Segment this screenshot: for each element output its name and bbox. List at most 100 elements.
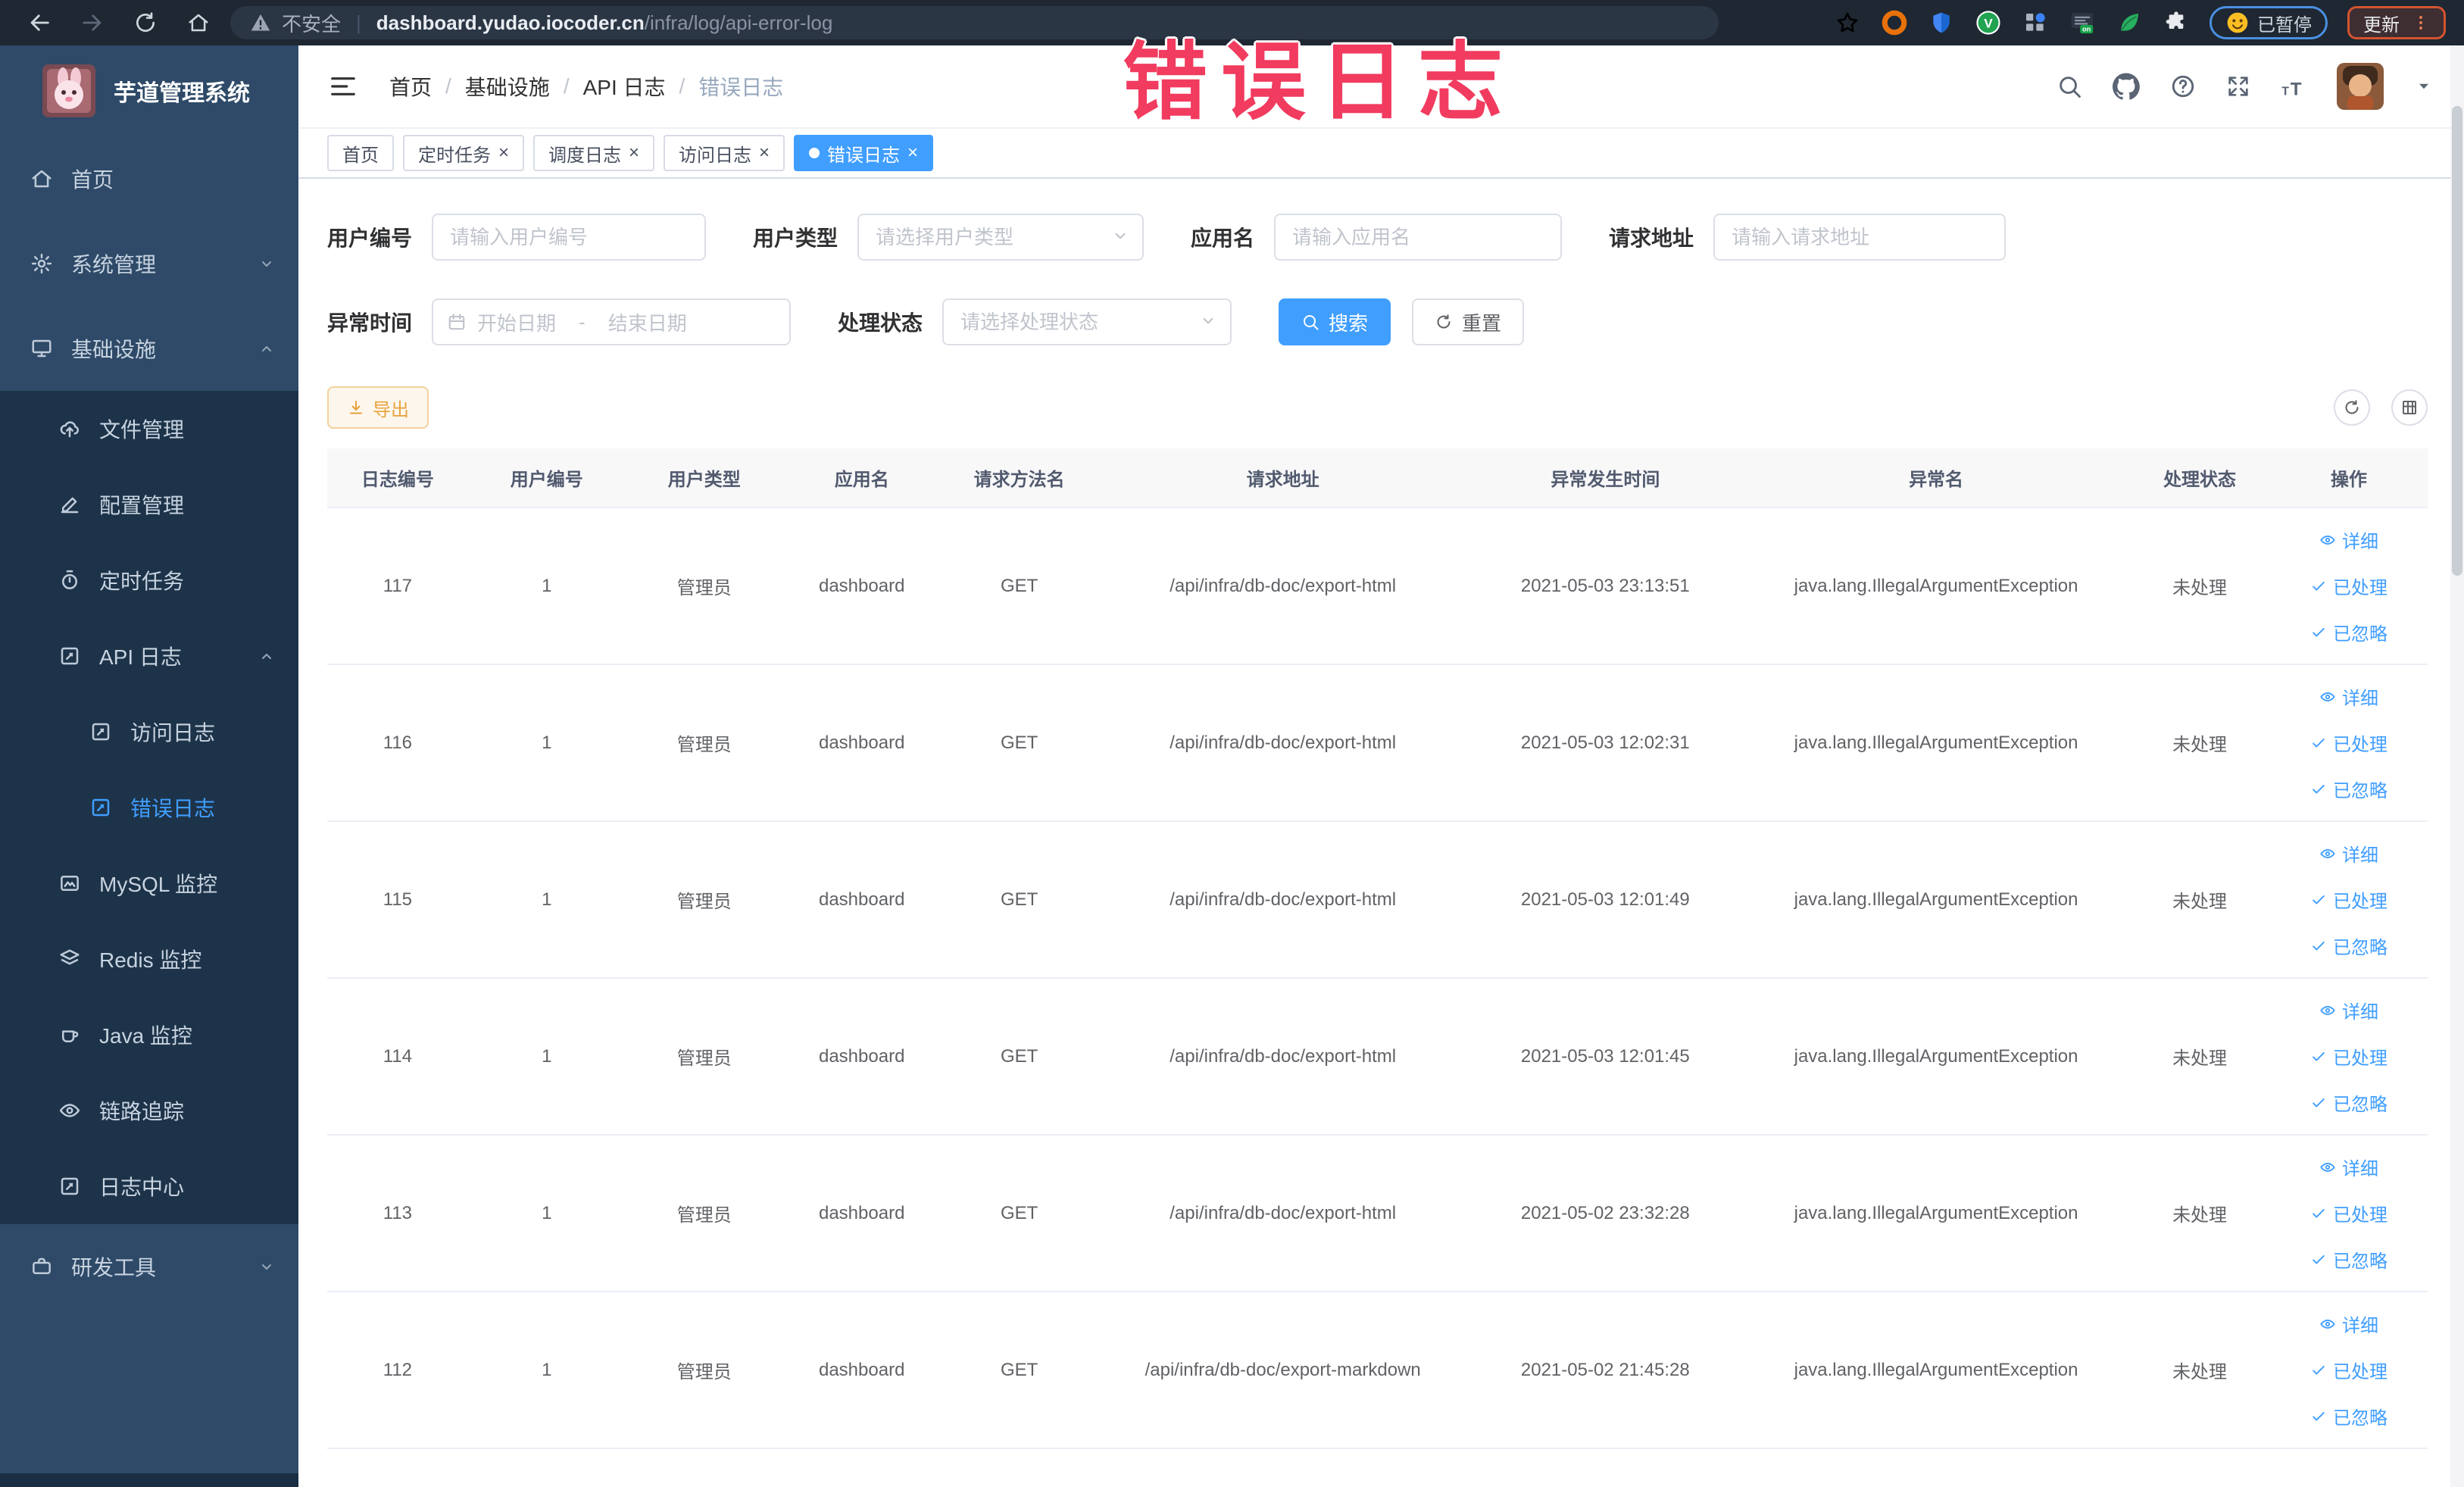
browser-forward-icon[interactable] — [71, 6, 114, 39]
sidebar-item-java-monitor[interactable]: Java 监控 — [0, 997, 298, 1073]
request-url-input[interactable] — [1713, 214, 2006, 261]
action-已忽略[interactable]: 已忽略 — [2310, 1089, 2387, 1116]
action-详细[interactable]: 详细 — [2319, 1310, 2378, 1337]
action-已忽略[interactable]: 已忽略 — [2310, 1403, 2387, 1429]
start-date-placeholder[interactable]: 开始日期 — [477, 308, 556, 336]
kebab-menu-icon[interactable] — [2412, 14, 2430, 32]
action-详细[interactable]: 详细 — [2319, 683, 2378, 710]
process-status-select[interactable] — [942, 298, 1232, 345]
sidebar-item-home[interactable]: 首页 — [0, 136, 298, 221]
table-header-cell: 异常名 — [1742, 448, 2130, 508]
browser-home-icon[interactable] — [177, 6, 220, 39]
doc-icon — [89, 796, 112, 819]
breadcrumb-item[interactable]: API 日志 — [583, 71, 666, 102]
sidebar-item-log-center[interactable]: 日志中心 — [0, 1148, 298, 1224]
browser-toolbar: 不安全 | dashboard.yudao.iocoder.cn/infra/l… — [0, 0, 2464, 45]
security-label[interactable]: 不安全 — [282, 9, 341, 37]
browser-back-icon[interactable] — [18, 6, 61, 39]
cell-status: 未处理 — [2129, 821, 2270, 979]
tab-close-icon[interactable]: × — [907, 144, 918, 162]
action-详细[interactable]: 详细 — [2319, 1154, 2378, 1180]
help-icon[interactable] — [2170, 73, 2196, 99]
sidebar-item-label: API 日志 — [99, 645, 182, 669]
sidebar-item-scheduled-jobs[interactable]: 定时任务 — [0, 542, 298, 618]
extension-on-badge-icon[interactable]: on — [2069, 9, 2096, 36]
page-url[interactable]: dashboard.yudao.iocoder.cn/infra/log/api… — [376, 11, 833, 35]
tag-tab[interactable]: 定时任务 × — [403, 135, 525, 171]
action-详细[interactable]: 详细 — [2319, 840, 2378, 867]
logo-row[interactable]: 芋道管理系统 — [0, 45, 298, 136]
tag-tab[interactable]: 错误日志 × — [794, 135, 934, 171]
sidebar-item-error-log[interactable]: 错误日志 — [0, 770, 298, 845]
action-详细[interactable]: 详细 — [2319, 997, 2378, 1023]
action-已处理[interactable]: 已处理 — [2310, 1357, 2387, 1383]
breadcrumb-item: 错误日志 — [698, 76, 784, 99]
tag-tab[interactable]: 访问日志 × — [664, 135, 785, 171]
page-scrollbar[interactable] — [2450, 45, 2464, 1487]
cell-url: /api/infra/db-doc/export-html — [1098, 978, 1468, 1136]
sidebar-item-access-log[interactable]: 访问日志 — [0, 694, 298, 770]
action-已忽略[interactable]: 已忽略 — [2310, 1246, 2387, 1273]
extension-shield-icon[interactable] — [1928, 9, 1955, 36]
breadcrumb-item[interactable]: 基础设施 — [465, 71, 550, 102]
db-icon — [58, 872, 81, 895]
refresh-table-button[interactable] — [2334, 389, 2370, 426]
sidebar-item-system-mgmt[interactable]: 系统管理 — [0, 221, 298, 306]
github-icon[interactable] — [2113, 73, 2140, 100]
breadcrumb-item[interactable]: 首页 — [389, 71, 432, 102]
end-date-placeholder[interactable]: 结束日期 — [608, 308, 687, 336]
reset-button[interactable]: 重置 — [1412, 298, 1525, 345]
action-详细[interactable]: 详细 — [2319, 526, 2378, 553]
column-settings-button[interactable] — [2391, 389, 2428, 426]
sidebar-item-mysql-monitor[interactable]: MySQL 监控 — [0, 845, 298, 921]
user-type-select[interactable] — [857, 214, 1145, 261]
user-id-input[interactable] — [432, 214, 707, 261]
sidebar-item-file-mgmt[interactable]: 文件管理 — [0, 391, 298, 467]
action-已处理[interactable]: 已处理 — [2310, 729, 2387, 756]
paused-extension-badge[interactable]: 已暂停 — [2209, 6, 2328, 39]
sidebar-item-api-logs[interactable]: API 日志 — [0, 618, 298, 694]
font-size-icon[interactable]: TT — [2281, 73, 2306, 99]
sidebar-item-tracing[interactable]: 链路追踪 — [0, 1073, 298, 1148]
browser-update-button[interactable]: 更新 — [2347, 6, 2446, 39]
user-menu-caret-icon[interactable] — [2414, 77, 2434, 96]
tab-close-icon[interactable]: × — [498, 144, 509, 162]
app-name-input[interactable] — [1274, 214, 1563, 261]
sidebar-item-dev-tools[interactable]: 研发工具 — [0, 1224, 298, 1309]
browser-reload-icon[interactable] — [124, 6, 167, 39]
app-window: 芋道管理系统 首页 系统管理 基础设施 文件管理 配置管理 定时任务 API 日志 访问日志错… — [0, 45, 2464, 1487]
search-icon[interactable] — [2056, 73, 2082, 99]
action-已处理[interactable]: 已处理 — [2310, 573, 2387, 599]
tag-tab[interactable]: 调度日志 × — [533, 135, 655, 171]
address-bar[interactable]: 不安全 | dashboard.yudao.iocoder.cn/infra/l… — [230, 6, 1719, 39]
sidebar-item-config-mgmt[interactable]: 配置管理 — [0, 467, 298, 542]
scrollbar-thumb[interactable] — [2452, 106, 2462, 576]
extension-green-v-icon[interactable]: V — [1975, 9, 2002, 36]
tab-close-icon[interactable]: × — [629, 144, 639, 162]
action-已忽略[interactable]: 已忽略 — [2310, 932, 2387, 959]
fullscreen-icon[interactable] — [2226, 74, 2250, 98]
tag-tab[interactable]: 首页 — [327, 135, 394, 171]
bookmark-star-icon[interactable] — [1834, 9, 1861, 36]
tab-close-icon[interactable]: × — [759, 144, 770, 162]
tab-label: 错误日志 — [827, 145, 901, 166]
date-range-picker[interactable]: 开始日期 - 结束日期 — [432, 298, 792, 345]
avatar[interactable] — [2337, 63, 2384, 110]
extension-grid-icon[interactable] — [2022, 9, 2049, 36]
sidebar-item-infrastructure[interactable]: 基础设施 — [0, 306, 298, 391]
action-已忽略[interactable]: 已忽略 — [2310, 619, 2387, 645]
sidebar-item-label: 首页 — [71, 168, 114, 192]
puzzle-icon[interactable] — [2163, 9, 2190, 36]
extension-leaf-icon[interactable] — [2116, 9, 2143, 36]
export-button[interactable]: 导出 — [327, 386, 429, 429]
table-header-cell: 日志编号 — [327, 448, 468, 508]
search-button[interactable]: 搜索 — [1279, 298, 1391, 345]
eye-icon — [2319, 1316, 2336, 1332]
extension-orange-ring-icon[interactable] — [1881, 9, 1908, 36]
action-已处理[interactable]: 已处理 — [2310, 1043, 2387, 1070]
sidebar-item-redis-monitor[interactable]: Redis 监控 — [0, 921, 298, 997]
action-已处理[interactable]: 已处理 — [2310, 1200, 2387, 1226]
action-已忽略[interactable]: 已忽略 — [2310, 776, 2387, 802]
action-已处理[interactable]: 已处理 — [2310, 886, 2387, 913]
sidebar-collapse-icon[interactable] — [329, 72, 358, 101]
